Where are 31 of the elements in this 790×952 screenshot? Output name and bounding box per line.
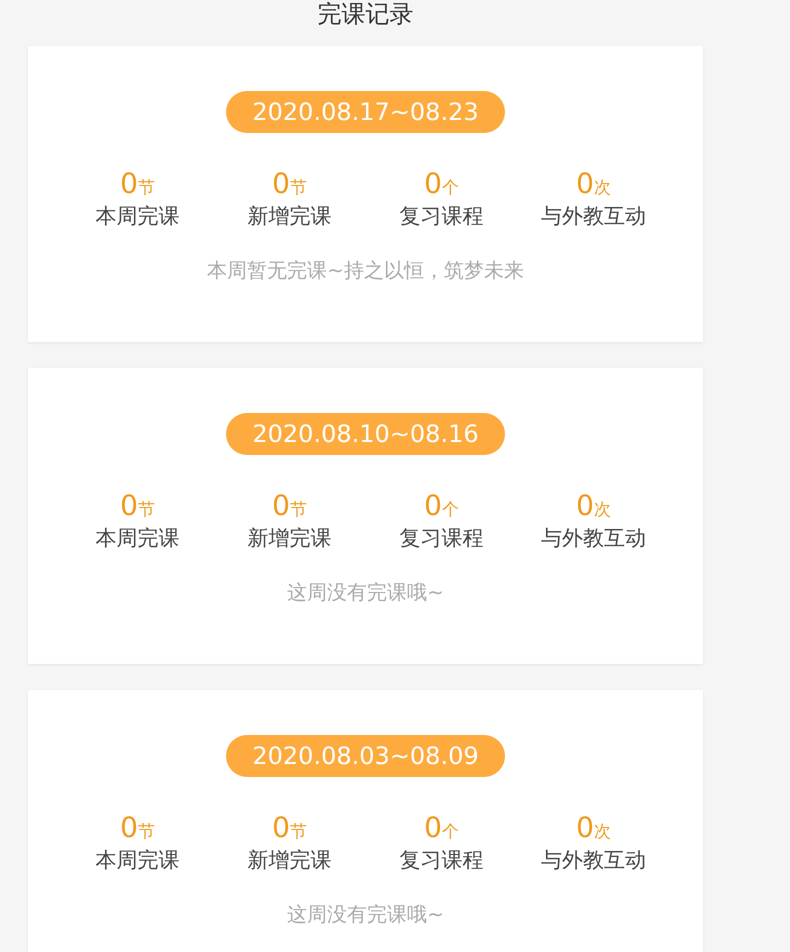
- stat-label: 与外教互动: [541, 524, 646, 552]
- stat-value: 0个: [424, 813, 459, 846]
- stat-value: 0次: [576, 813, 611, 846]
- stat-value: 0节: [120, 169, 155, 202]
- stat-label: 与外教互动: [541, 846, 646, 874]
- stat-label: 本周完课: [96, 524, 180, 552]
- stat-label: 复习课程: [400, 846, 484, 874]
- stat-label: 本周完课: [96, 202, 180, 230]
- page-title: 完课记录: [318, 0, 414, 28]
- stat-label: 复习课程: [400, 202, 484, 230]
- stat-label: 新增完课: [248, 202, 332, 230]
- date-range-badge: 2020.08.17~08.23: [226, 91, 505, 133]
- empty-message: 本周暂无完课~持之以恒，筑梦未来: [207, 258, 524, 282]
- stat-label: 新增完课: [248, 846, 332, 874]
- stat-value: 0节: [272, 169, 307, 202]
- stat-label: 本周完课: [96, 846, 180, 874]
- stat-label: 与外教互动: [541, 202, 646, 230]
- empty-message: 这周没有完课哦~: [287, 580, 444, 604]
- empty-message: 这周没有完课哦~: [287, 902, 444, 926]
- stat-value: 0个: [424, 169, 459, 202]
- stat-value: 0节: [120, 491, 155, 524]
- date-range-badge: 2020.08.03~08.09: [226, 735, 505, 777]
- stat-label: 复习课程: [400, 524, 484, 552]
- stat-value: 0节: [120, 813, 155, 846]
- stat-value: 0节: [272, 813, 307, 846]
- stat-value: 0节: [272, 491, 307, 524]
- stat-label: 新增完课: [248, 524, 332, 552]
- stat-value: 0个: [424, 491, 459, 524]
- stat-value: 0次: [576, 491, 611, 524]
- stat-value: 0次: [576, 169, 611, 202]
- date-range-badge: 2020.08.10~08.16: [226, 413, 505, 455]
